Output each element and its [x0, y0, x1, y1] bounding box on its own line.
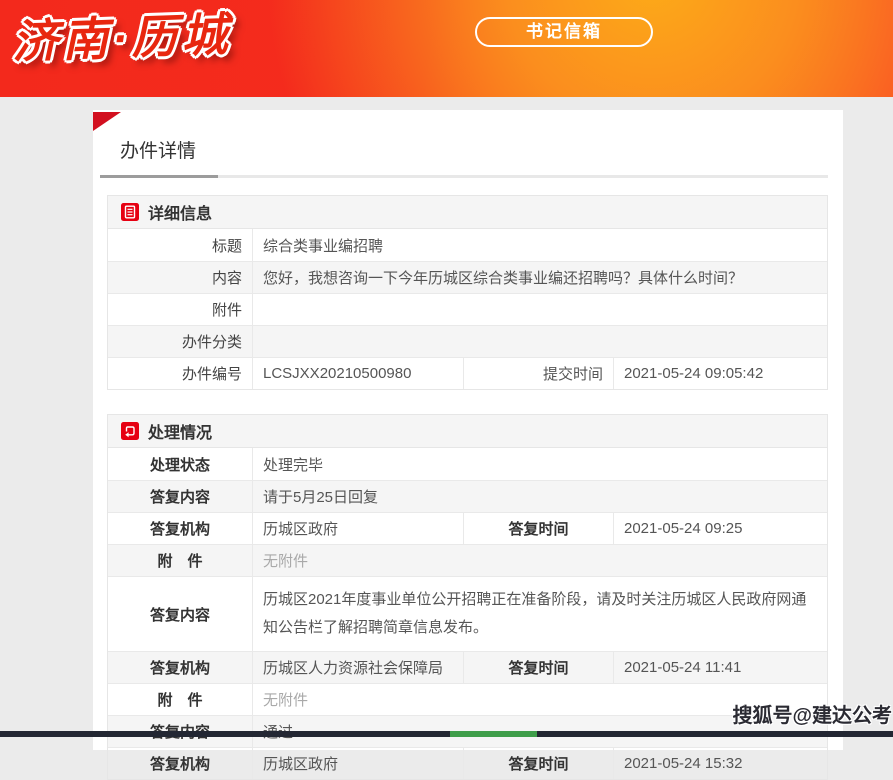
row-label: 答复时间 [464, 513, 614, 544]
row-label: 答复内容 [108, 577, 253, 651]
row-label: 办件分类 [108, 326, 253, 357]
row-value [253, 326, 827, 357]
table-row: 标题 综合类事业编招聘 [108, 229, 827, 261]
row-value: 2021-05-24 15:32 [614, 748, 827, 779]
table-row: 办件编号 LCSJXX20210500980 提交时间 2021-05-24 0… [108, 357, 827, 389]
table-row: 附 件 无附件 [108, 683, 827, 715]
row-value: 处理完毕 [253, 448, 827, 480]
table-row: 答复内容 历城区2021年度事业单位公开招聘正在准备阶段，请及时关注历城区人民政… [108, 576, 827, 651]
bottom-scrollbar[interactable] [0, 731, 893, 737]
row-label: 答复内容 [108, 481, 253, 512]
row-value: 历城区政府 [253, 513, 464, 544]
section-title: 处理情况 [148, 419, 212, 443]
table-row: 内容 您好，我想咨询一下今年历城区综合类事业编还招聘吗？具体什么时间？ [108, 261, 827, 293]
detail-info-header: 详细信息 [108, 196, 827, 229]
table-row: 附 件 无附件 [108, 544, 827, 576]
row-value: 您好，我想咨询一下今年历城区综合类事业编还招聘吗？具体什么时间？ [253, 262, 827, 293]
table-row: 答复机构 历城区人力资源社会保障局 答复时间 2021-05-24 11:41 [108, 651, 827, 683]
row-label: 标题 [108, 229, 253, 261]
row-value: 2021-05-24 11:41 [614, 652, 827, 683]
table-row: 附件 [108, 293, 827, 325]
row-label: 处理状态 [108, 448, 253, 480]
row-value: 综合类事业编招聘 [253, 229, 827, 261]
row-value [253, 294, 827, 325]
row-label: 附 件 [108, 545, 253, 576]
secretary-mailbox-button[interactable]: 书记信箱 [475, 17, 653, 47]
row-label: 附 件 [108, 684, 253, 715]
table-row: 答复内容 请于5月25日回复 [108, 480, 827, 512]
table-row: 答复机构 历城区政府 答复时间 2021-05-24 09:25 [108, 512, 827, 544]
reply-icon [121, 422, 139, 440]
table-row: 答复机构 历城区政府 答复时间 2021-05-24 15:32 [108, 747, 827, 779]
row-label: 内容 [108, 262, 253, 293]
row-value: 2021-05-24 09:05:42 [614, 358, 827, 389]
process-status-table: 处理情况 处理状态 处理完毕 答复内容 请于5月25日回复 答复机构 历城区政府… [107, 414, 828, 780]
section-title: 详细信息 [148, 200, 212, 224]
row-label: 办件编号 [108, 358, 253, 389]
top-banner: 济南·历城 书记信箱 [0, 0, 893, 97]
row-value: 历城区政府 [253, 748, 464, 779]
row-label: 答复机构 [108, 652, 253, 683]
folded-corner-icon [93, 112, 121, 131]
sohu-watermark: 搜狐号@建达公考 [732, 699, 892, 728]
row-value: 请于5月25日回复 [253, 481, 827, 512]
table-row: 办件分类 [108, 325, 827, 357]
row-value: 无附件 [253, 545, 827, 576]
row-value: 历城区2021年度事业单位公开招聘正在准备阶段，请及时关注历城区人民政府网通知公… [253, 577, 827, 651]
row-value: 2021-05-24 09:25 [614, 513, 827, 544]
row-value: 历城区人力资源社会保障局 [253, 652, 464, 683]
row-label: 答复机构 [108, 748, 253, 779]
table-row: 处理状态 处理完毕 [108, 448, 827, 480]
title-divider [100, 175, 828, 178]
detail-info-table: 详细信息 标题 综合类事业编招聘 内容 您好，我想咨询一下今年历城区综合类事业编… [107, 195, 828, 390]
document-icon [121, 203, 139, 221]
scrollbar-thumb[interactable] [450, 731, 537, 737]
page-title: 办件详情 [120, 136, 828, 163]
site-logo: 济南·历城 [11, 0, 232, 72]
row-label: 答复机构 [108, 513, 253, 544]
row-label: 附件 [108, 294, 253, 325]
row-label: 答复时间 [464, 652, 614, 683]
row-label: 答复时间 [464, 748, 614, 779]
row-label: 提交时间 [464, 358, 614, 389]
row-value: LCSJXX20210500980 [253, 358, 464, 389]
process-status-header: 处理情况 [108, 415, 827, 448]
content-card: 办件详情 详细信息 标题 综合类事业编招聘 内容 您好，我想咨询一下今年历城区综… [93, 110, 843, 750]
